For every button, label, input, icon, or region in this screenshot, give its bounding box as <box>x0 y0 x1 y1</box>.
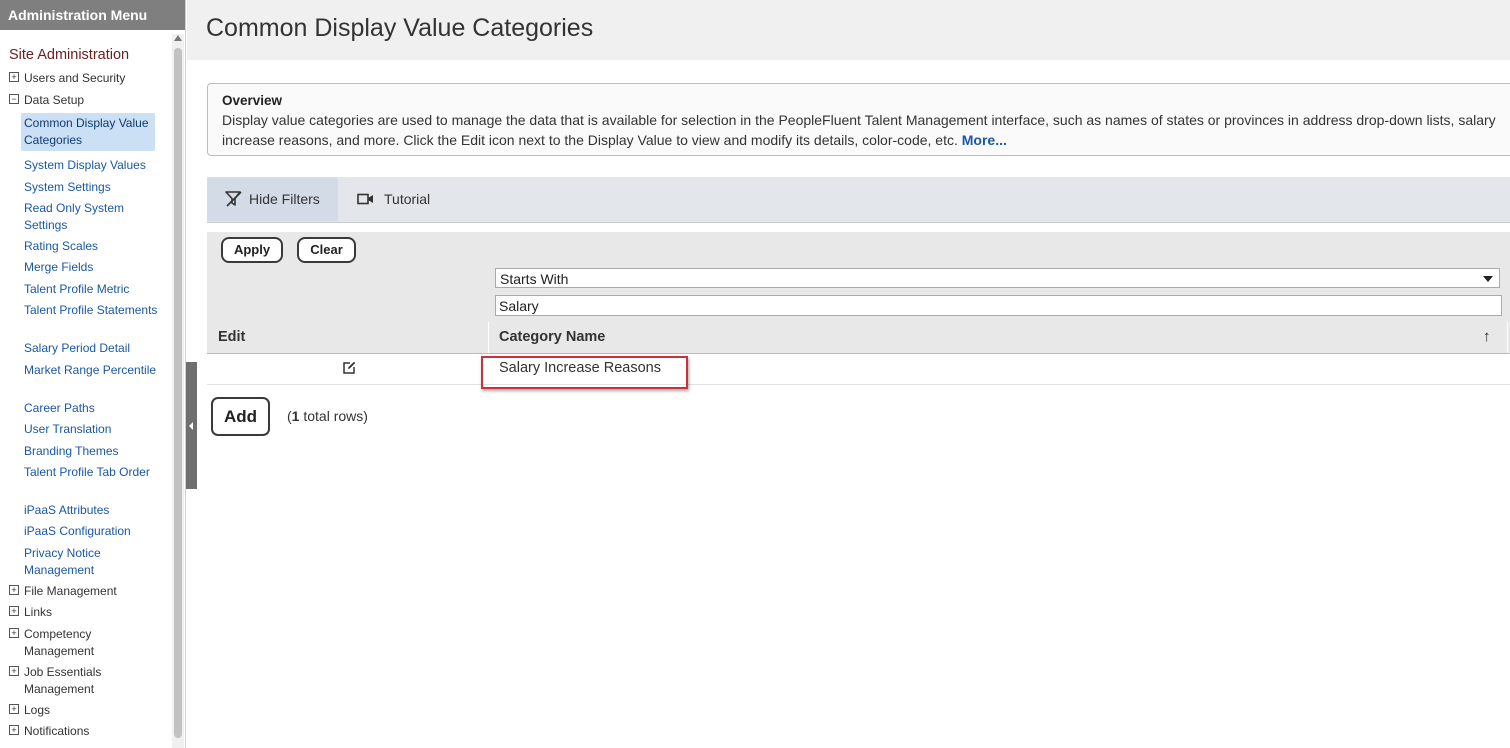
expand-icon[interactable]: + <box>9 666 19 676</box>
sidebar-item-branding-themes[interactable]: Branding Themes <box>24 443 159 460</box>
hide-filters-label: Hide Filters <box>249 191 320 207</box>
sidebar-item-salary-period-detail[interactable]: Salary Period Detail <box>24 340 159 357</box>
overview-title: Overview <box>222 93 283 108</box>
sidebar-node-notifications[interactable]: Notifications <box>24 723 164 740</box>
page-title: Common Display Value Categories <box>206 14 594 42</box>
sidebar-item-ipaas-attributes[interactable]: iPaaS Attributes <box>24 502 159 519</box>
main-content: Common Display Value Categories Overview… <box>187 0 1510 748</box>
hide-filters-button[interactable]: Hide Filters <box>207 177 338 221</box>
sidebar-item-market-range-percentile[interactable]: Market Range Percentile <box>24 362 159 379</box>
sidebar-node-file-management[interactable]: File Management <box>24 583 164 600</box>
sidebar-item-user-translation[interactable]: User Translation <box>24 421 159 438</box>
overview-panel: Overview Display value categories are us… <box>207 83 1510 156</box>
sidebar-item-system-settings[interactable]: System Settings <box>24 179 159 196</box>
sort-ascending-icon[interactable]: ↑ <box>1483 328 1491 345</box>
sidebar-section-title: Site Administration <box>9 47 130 63</box>
sidebar-item-system-display-values[interactable]: System Display Values <box>24 157 159 174</box>
table-row: Salary Increase Reasons <box>207 353 1510 389</box>
sidebar-item-merge-fields[interactable]: Merge Fields <box>24 259 159 276</box>
sidebar-node-logs[interactable]: Logs <box>24 702 164 719</box>
match-mode-select[interactable]: Starts With <box>495 268 1500 288</box>
overview-text: Display value categories are used to man… <box>222 110 1510 150</box>
sidebar-item-talent-profile-metric[interactable]: Talent Profile Metric <box>24 281 159 298</box>
match-mode-value: Starts With <box>500 271 569 287</box>
highlight-annotation-box <box>481 356 688 389</box>
more-link[interactable]: More... <box>962 132 1007 148</box>
column-header-edit: Edit <box>218 329 246 345</box>
admin-sidebar: Administration Menu Site Administration … <box>0 0 185 748</box>
column-divider <box>488 322 489 353</box>
column-header-category-name[interactable]: Category Name <box>499 329 605 345</box>
sidebar-item-career-paths[interactable]: Career Paths <box>24 400 159 417</box>
filter-toolbar: Hide Filters Tutorial <box>207 177 1510 223</box>
expand-icon[interactable]: + <box>9 72 19 82</box>
sidebar-node-users-security[interactable]: Users and Security <box>24 70 164 87</box>
expand-icon[interactable]: + <box>9 704 19 714</box>
page-header: Common Display Value Categories <box>187 0 1510 60</box>
row-count-suffix: total rows) <box>299 408 368 424</box>
expand-icon[interactable]: + <box>9 725 19 735</box>
sidebar-item-rating-scales[interactable]: Rating Scales <box>24 238 159 255</box>
sidebar-node-job-essentials-management[interactable]: Job Essentials Management <box>24 664 164 697</box>
video-camera-icon <box>357 193 373 205</box>
sidebar-node-links[interactable]: Links <box>24 604 164 621</box>
sidebar-scrollbar-thumb[interactable] <box>174 48 182 738</box>
tutorial-button[interactable]: Tutorial <box>357 177 467 221</box>
overview-description: Display value categories are used to man… <box>222 112 1496 148</box>
clear-button[interactable]: Clear <box>297 237 356 263</box>
expand-icon[interactable]: + <box>9 606 19 616</box>
dropdown-caret-icon <box>1483 276 1493 282</box>
expand-icon[interactable]: + <box>9 628 19 638</box>
add-button[interactable]: Add <box>211 397 270 436</box>
column-divider <box>1507 322 1508 353</box>
tutorial-label: Tutorial <box>384 191 431 207</box>
edit-icon[interactable] <box>342 361 356 375</box>
sidebar-item-talent-profile-tab-order[interactable]: Talent Profile Tab Order <box>24 464 159 481</box>
sidebar-item-privacy-notice-management[interactable]: Privacy Notice Management <box>24 545 159 579</box>
grid-header: Edit Category Name ↑ <box>207 322 1510 354</box>
sidebar-item-common-display-value-categories[interactable]: Common Display Value Categories <box>21 113 155 151</box>
category-name-filter-input[interactable] <box>495 295 1502 316</box>
total-rows-count: (1 total rows) <box>287 408 368 424</box>
sidebar-item-read-only-system-settings[interactable]: Read Only System Settings <box>24 200 159 234</box>
sidebar-item-talent-profile-statements[interactable]: Talent Profile Statements <box>24 302 159 319</box>
expand-icon[interactable]: + <box>9 585 19 595</box>
sidebar-node-data-setup[interactable]: Data Setup <box>24 92 164 109</box>
sidebar-item-ipaas-configuration[interactable]: iPaaS Configuration <box>24 523 159 540</box>
filter-panel: Apply Clear Starts With <box>207 232 1510 322</box>
sidebar-header: Administration Menu <box>0 0 185 30</box>
scroll-up-arrow-icon[interactable] <box>174 35 182 41</box>
filter-off-icon <box>225 191 242 207</box>
collapse-icon[interactable]: − <box>9 94 19 104</box>
sidebar-node-competency-management[interactable]: Competency Management <box>24 626 164 659</box>
apply-button[interactable]: Apply <box>221 237 283 263</box>
